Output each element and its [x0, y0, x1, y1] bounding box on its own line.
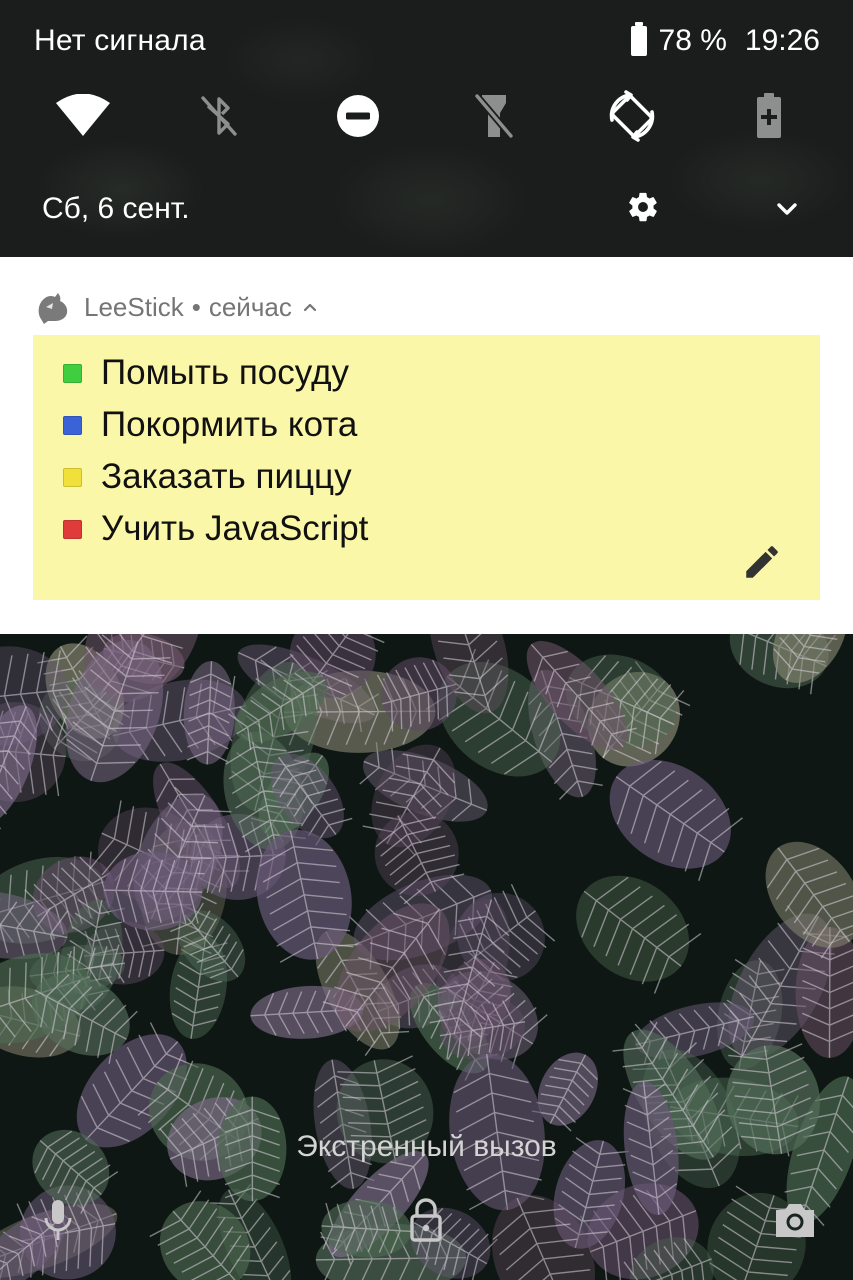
- todo-text: Учить JavaScript: [101, 509, 369, 548]
- emergency-call-button[interactable]: Экстренный вызов: [0, 1130, 853, 1164]
- gear-icon[interactable]: [626, 190, 660, 224]
- todo-list: Помыть посуду Покормить кота Заказать пи…: [63, 347, 368, 555]
- battery-saver-icon[interactable]: [741, 88, 797, 144]
- todo-color-marker: [63, 415, 82, 435]
- quick-settings-panel: Нет сигнала 78 % 19:26 Сб, 6 сент.: [0, 0, 853, 257]
- quick-settings-tiles: [0, 88, 853, 144]
- edit-button[interactable]: [740, 540, 784, 584]
- microphone-icon[interactable]: [34, 1196, 82, 1244]
- todo-item: Покормить кота: [63, 399, 368, 451]
- auto-rotate-icon[interactable]: [604, 88, 660, 144]
- do-not-disturb-icon[interactable]: [330, 88, 386, 144]
- lock-icon[interactable]: [402, 1196, 450, 1244]
- status-right: 78 % 19:26: [630, 22, 820, 58]
- date-label: Сб, 6 сент.: [42, 192, 190, 225]
- chevron-up-icon[interactable]: [302, 299, 318, 315]
- chevron-down-icon[interactable]: [772, 194, 802, 224]
- todo-color-marker: [63, 467, 82, 487]
- notification-card[interactable]: LeeStick • сейчас Помыть посуду Покормит…: [0, 257, 853, 634]
- carrier-label: Нет сигнала: [34, 24, 206, 57]
- header-separator: •: [191, 291, 201, 322]
- todo-text: Покормить кота: [101, 405, 358, 444]
- todo-item: Заказать пиццу: [63, 451, 368, 503]
- todo-text: Заказать пиццу: [101, 457, 352, 496]
- todo-color-marker: [63, 363, 82, 383]
- sticky-note[interactable]: Помыть посуду Покормить кота Заказать пи…: [33, 335, 820, 600]
- lockscreen-wallpaper: [0, 634, 853, 1280]
- battery-percent: 78 %: [658, 24, 727, 57]
- clock: 19:26: [744, 24, 820, 57]
- app-logo-icon: [38, 293, 68, 324]
- notification-header: LeeStick • сейчас: [34, 287, 318, 327]
- app-name: LeeStick: [84, 291, 184, 322]
- flashlight-off-icon[interactable]: [466, 88, 522, 144]
- todo-color-marker: [63, 519, 82, 539]
- wifi-icon[interactable]: [55, 88, 111, 144]
- camera-icon[interactable]: [771, 1196, 819, 1244]
- bluetooth-off-icon[interactable]: [191, 88, 247, 144]
- pencil-icon: [746, 546, 778, 578]
- notification-time: сейчас: [208, 291, 292, 322]
- todo-text: Помыть посуду: [101, 353, 350, 392]
- todo-item: Учить JavaScript: [63, 503, 368, 555]
- todo-item: Помыть посуду: [63, 347, 368, 399]
- battery-icon: [630, 22, 647, 56]
